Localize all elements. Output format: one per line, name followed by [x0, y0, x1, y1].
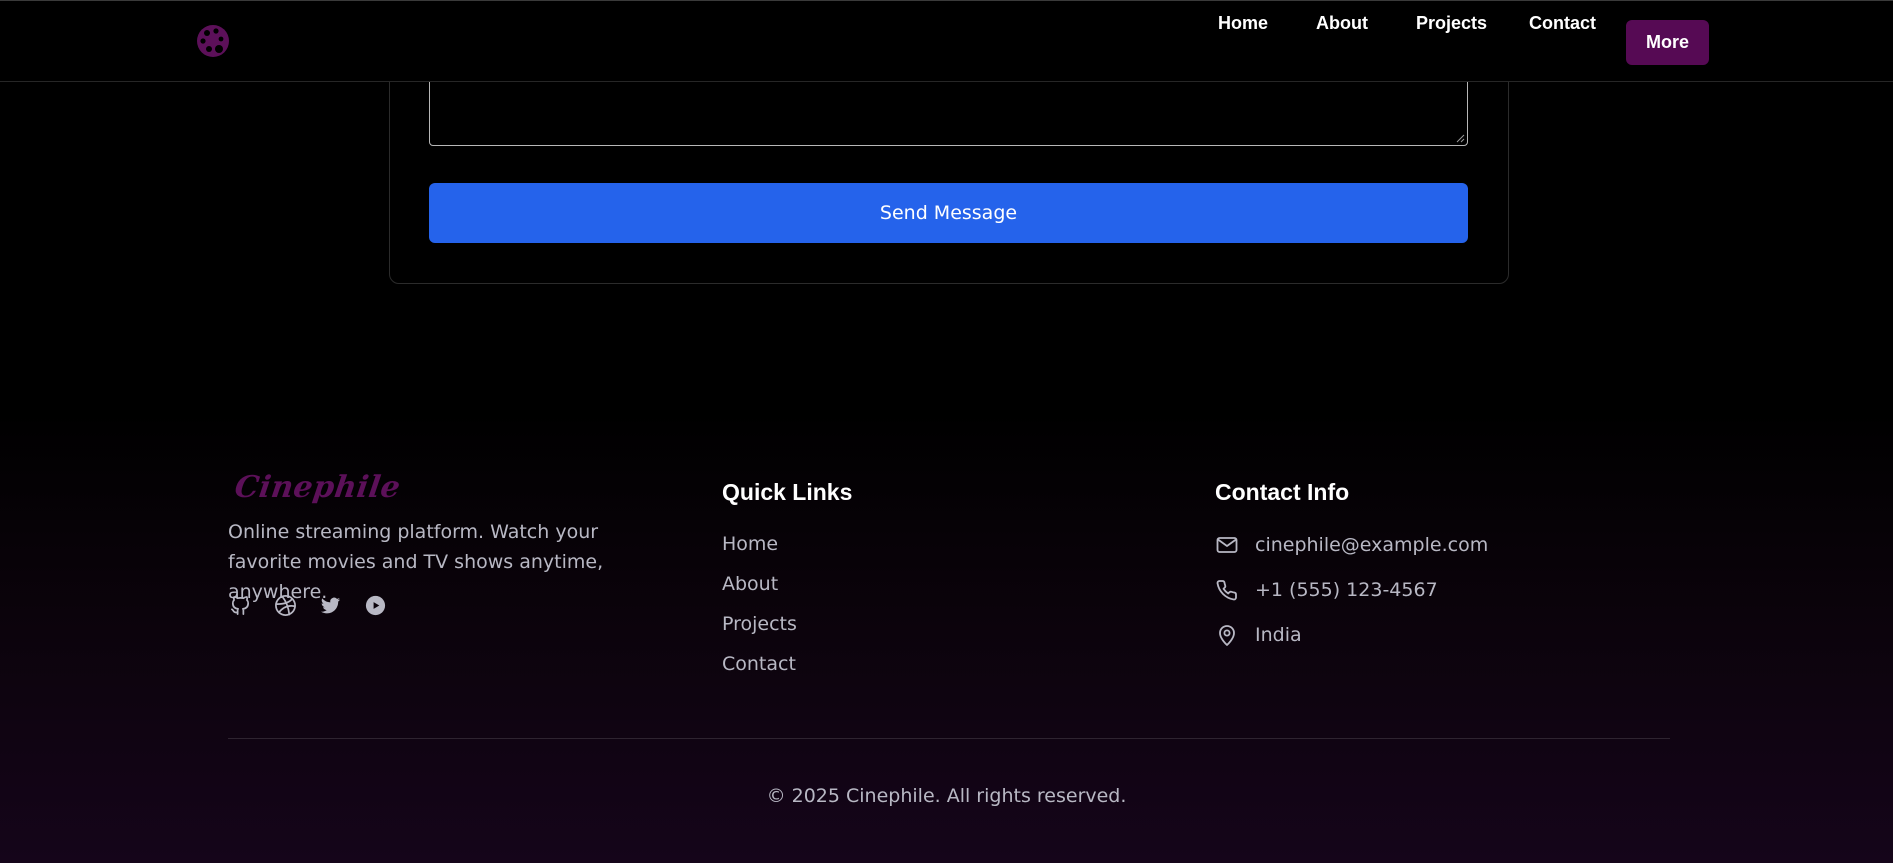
- map-pin-icon: [1219, 625, 1235, 646]
- footer-link-home[interactable]: Home: [722, 533, 778, 555]
- palette-logo-icon[interactable]: [195, 23, 231, 59]
- contact-location: India: [1255, 624, 1302, 646]
- nav-link-contact[interactable]: Contact: [1529, 1, 1596, 45]
- social-links: [229, 594, 387, 617]
- contact-email-row: cinephile@example.com: [1215, 533, 1488, 557]
- contact-info-heading: Contact Info: [1215, 479, 1350, 505]
- nav-more-button[interactable]: More: [1626, 20, 1709, 65]
- nav-link-projects[interactable]: Projects: [1416, 1, 1487, 45]
- contact-location-row: India: [1215, 623, 1302, 647]
- phone-icon: [1216, 580, 1237, 601]
- footer-link-projects[interactable]: Projects: [722, 613, 797, 635]
- mail-icon: [1216, 537, 1238, 553]
- footer-link-contact[interactable]: Contact: [722, 653, 796, 675]
- dribbble-icon[interactable]: [274, 594, 297, 617]
- twitter-icon[interactable]: [319, 594, 342, 617]
- footer-brand-logo[interactable]: Cinephile: [233, 470, 403, 505]
- send-message-button[interactable]: Send Message: [429, 183, 1468, 243]
- contact-phone[interactable]: +1 (555) 123-4567: [1255, 579, 1438, 601]
- resize-grip-icon[interactable]: [1455, 133, 1465, 143]
- github-icon[interactable]: [229, 594, 252, 617]
- youtube-icon[interactable]: [364, 594, 387, 617]
- nav-link-home[interactable]: Home: [1218, 1, 1268, 45]
- contact-email[interactable]: cinephile@example.com: [1255, 534, 1488, 556]
- contact-phone-row: +1 (555) 123-4567: [1215, 578, 1438, 602]
- nav-link-about[interactable]: About: [1316, 1, 1368, 45]
- quick-links-heading: Quick Links: [722, 479, 853, 505]
- navbar: Home About Projects Contact More: [0, 0, 1893, 82]
- copyright-text: © 2025 Cinephile. All rights reserved.: [766, 785, 1127, 807]
- footer-link-about[interactable]: About: [722, 573, 778, 595]
- footer-divider: [228, 738, 1670, 739]
